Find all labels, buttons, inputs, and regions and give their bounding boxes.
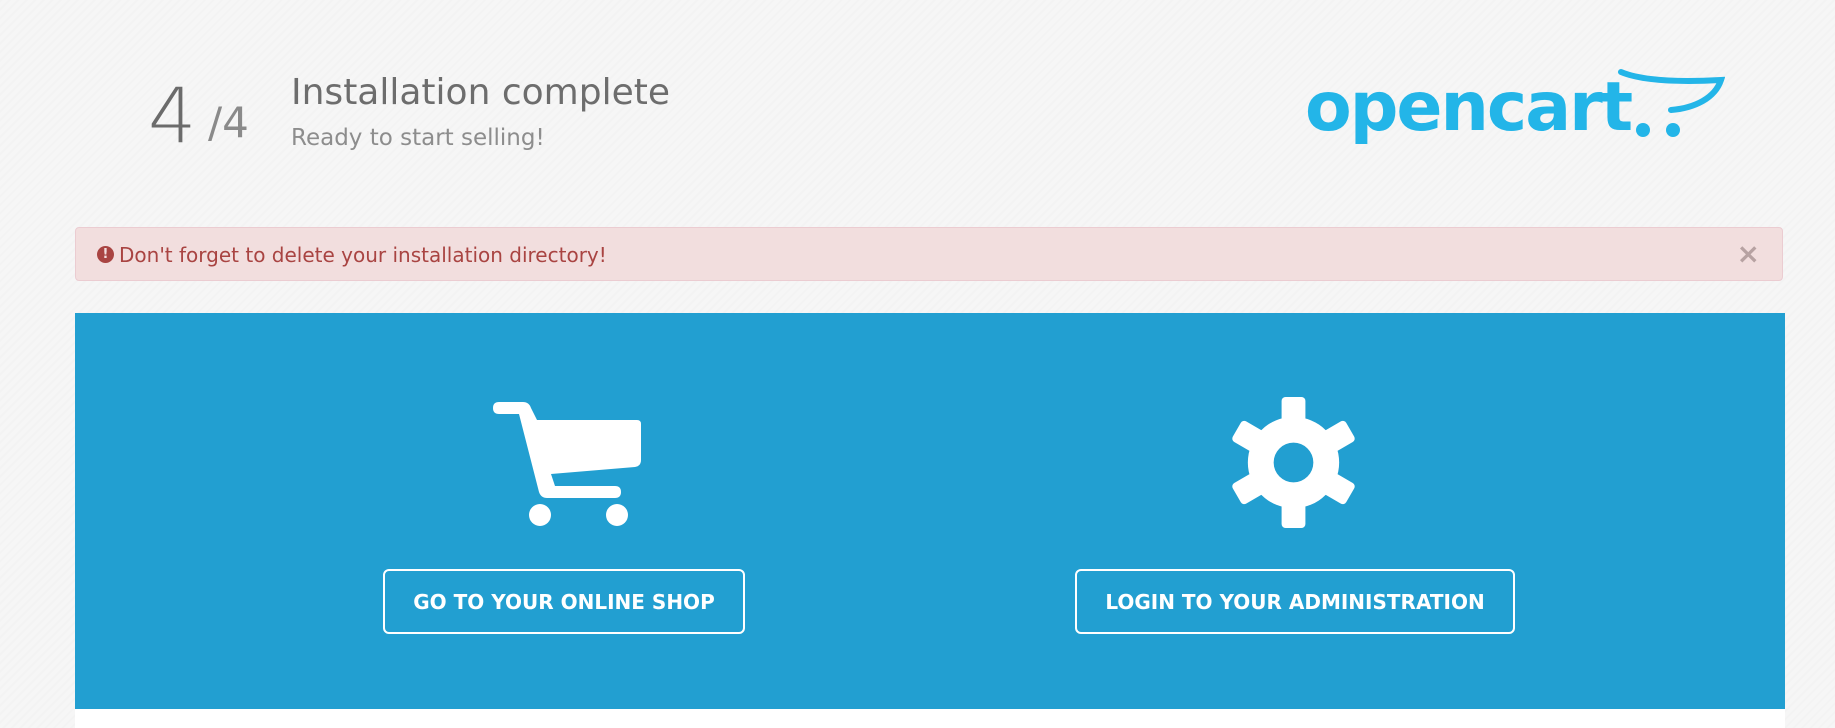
logo-wordmark: opencart xyxy=(1305,68,1633,147)
page-title: Installation complete xyxy=(291,72,670,113)
step-total-number: /4 xyxy=(208,98,249,147)
alert-message: Don't forget to delete your installation… xyxy=(119,243,607,267)
content-panel xyxy=(75,709,1785,728)
gear-icon xyxy=(1232,397,1355,528)
exclamation-circle-icon: ! xyxy=(97,246,114,263)
actions-panel: GO TO YOUR ONLINE SHOP LOGIN TO YOUR ADM… xyxy=(75,313,1785,709)
logo-cart-icon xyxy=(1618,69,1725,137)
alert-danger: ! Don't forget to delete your installati… xyxy=(75,227,1783,281)
opencart-logo: opencart xyxy=(1305,66,1725,156)
step-current-number: 4 xyxy=(148,71,197,160)
header: 4 /4 Installation complete Ready to star… xyxy=(0,0,1835,200)
go-to-online-shop-button[interactable]: GO TO YOUR ONLINE SHOP xyxy=(383,569,745,634)
login-to-administration-button[interactable]: LOGIN TO YOUR ADMINISTRATION xyxy=(1075,569,1515,634)
shopping-cart-icon xyxy=(493,402,641,526)
alert-close-button[interactable]: × xyxy=(1737,240,1760,268)
page-subtitle: Ready to start selling! xyxy=(291,125,545,151)
